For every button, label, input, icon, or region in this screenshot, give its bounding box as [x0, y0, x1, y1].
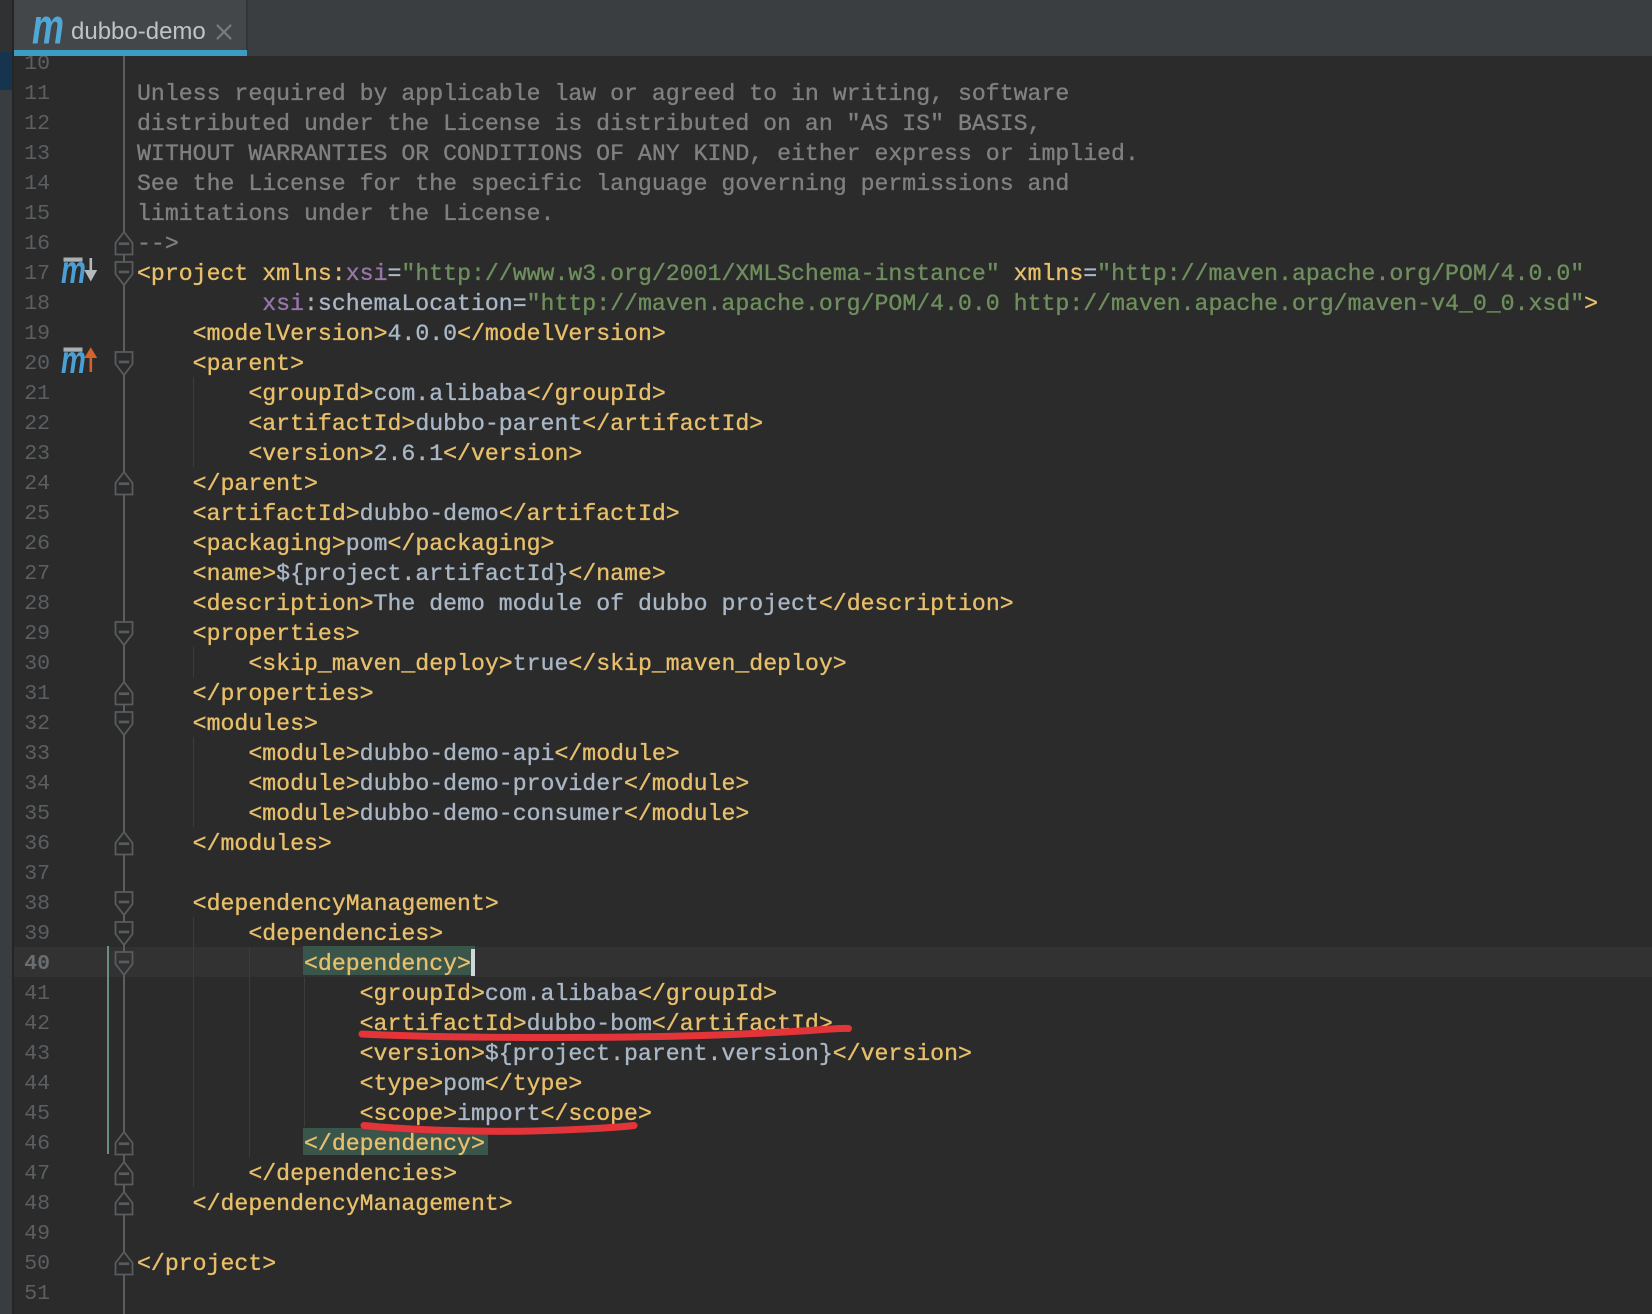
svg-text:m: m: [32, 0, 64, 55]
svg-text:m: m: [61, 338, 86, 382]
svg-text:m: m: [61, 248, 86, 292]
